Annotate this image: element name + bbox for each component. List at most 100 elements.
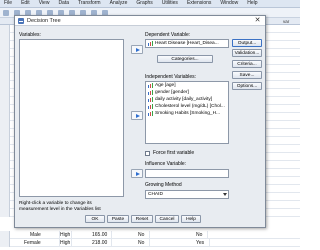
cell-level[interactable]: High	[60, 239, 72, 247]
row-header[interactable]	[0, 169, 10, 177]
row-header[interactable]	[0, 81, 10, 89]
menu-file[interactable]: File	[4, 0, 12, 6]
menu-help[interactable]: Help	[247, 0, 257, 6]
dependent-label: Dependent Variable:	[145, 32, 191, 38]
criteria-button[interactable]: Criteria...	[232, 60, 262, 68]
independent-item-label: Smoking Habits [Smoking_H...	[155, 111, 221, 116]
menu-edit[interactable]: Edit	[21, 0, 30, 6]
row-header[interactable]	[0, 145, 10, 153]
cell-gender[interactable]: Female	[24, 239, 60, 247]
row-header[interactable]	[0, 129, 10, 137]
menu-data[interactable]: Data	[58, 0, 69, 6]
validation-button[interactable]: Validation...	[232, 49, 262, 57]
independent-variables-list[interactable]: Age [age] gender [gender] daily activity…	[145, 81, 229, 144]
move-to-dependent-button[interactable]	[131, 45, 143, 54]
categories-button[interactable]: Categories...	[157, 55, 213, 63]
cell-a[interactable]: No	[138, 231, 150, 239]
scale-variable-icon	[148, 83, 153, 88]
dialog-title: Decision Tree	[27, 18, 61, 24]
cell-value[interactable]: 165.00	[92, 231, 112, 239]
row-header[interactable]	[0, 209, 10, 217]
cancel-button[interactable]: Cancel	[155, 215, 179, 223]
dependent-variable-name: Heart Disease [Heart_Disea...	[155, 41, 219, 46]
row-header[interactable]	[0, 33, 10, 41]
row-header[interactable]	[0, 185, 10, 193]
variables-help-text: Right-click a variable to change its mea…	[19, 201, 101, 212]
nominal-variable-icon	[148, 97, 153, 102]
help-button[interactable]: Help	[181, 215, 201, 223]
table-row: Male High 165.00 No No	[0, 231, 300, 239]
list-item[interactable]: daily activity [daily_activity]	[146, 96, 228, 103]
force-first-checkbox[interactable]	[145, 151, 150, 156]
menu-extensions[interactable]: Extensions	[187, 0, 211, 6]
output-button[interactable]: Output...	[232, 39, 262, 47]
independent-label: Independent Variables:	[145, 74, 197, 80]
paste-button[interactable]: Paste	[107, 215, 129, 223]
growing-method-label: Growing Method	[145, 182, 182, 188]
cell-gender[interactable]: Male	[30, 231, 60, 239]
row-header[interactable]	[0, 57, 10, 65]
list-item[interactable]: Cholesterol level (mg/dL) [Chol...	[146, 103, 228, 110]
cell-b[interactable]: No	[196, 231, 208, 239]
influence-label: Influence Variable:	[145, 161, 187, 167]
move-to-influence-button[interactable]	[131, 169, 143, 178]
open-icon[interactable]	[3, 10, 9, 16]
table-row: Female High 218.00 No Yes	[0, 239, 300, 247]
cell-a[interactable]: No	[138, 239, 150, 247]
cell-value[interactable]: 218.00	[92, 239, 112, 247]
menu-utilities[interactable]: Utilities	[162, 0, 178, 6]
row-header[interactable]	[0, 153, 10, 161]
dependent-variable-item[interactable]: Heart Disease [Heart_Disea...	[146, 40, 228, 47]
row-header[interactable]	[0, 193, 10, 201]
menu-transform[interactable]: Transform	[78, 0, 101, 6]
variables-list[interactable]	[19, 39, 124, 197]
row-header[interactable]	[0, 231, 10, 239]
list-item[interactable]: Age [age]	[146, 82, 228, 89]
row-header[interactable]	[0, 239, 10, 247]
dialog-titlebar[interactable]: Decision Tree ✕	[15, 16, 265, 26]
decision-tree-icon	[18, 18, 24, 24]
dependent-variable-box[interactable]: Heart Disease [Heart_Disea...	[145, 39, 229, 48]
independent-item-label: daily activity [daily_activity]	[155, 97, 213, 102]
growing-method-value: CHAID	[148, 192, 163, 197]
row-header[interactable]	[0, 97, 10, 105]
column-header-var[interactable]: var	[283, 19, 289, 24]
menu-view[interactable]: View	[39, 0, 50, 6]
row-header[interactable]	[0, 89, 10, 97]
row-header[interactable]	[0, 177, 10, 185]
close-icon[interactable]: ✕	[253, 17, 262, 25]
decision-tree-dialog: Decision Tree ✕ Variables: Right-click a…	[14, 15, 266, 228]
menu-graphs[interactable]: Graphs	[136, 0, 152, 6]
nominal-variable-icon	[148, 90, 153, 95]
row-header[interactable]	[0, 201, 10, 209]
row-header[interactable]	[0, 113, 10, 121]
independent-item-label: Cholesterol level (mg/dL) [Chol...	[155, 104, 225, 109]
cell-level[interactable]: High	[60, 231, 72, 239]
list-item[interactable]: gender [gender]	[146, 89, 228, 96]
nominal-variable-icon	[148, 111, 153, 116]
row-header[interactable]	[0, 121, 10, 129]
move-to-independent-button[interactable]	[131, 111, 143, 120]
menu-bar: File Edit View Data Transform Analyze Gr…	[0, 0, 300, 8]
row-header[interactable]	[0, 41, 10, 49]
nominal-variable-icon	[148, 41, 153, 46]
row-header[interactable]	[0, 73, 10, 81]
scale-variable-icon	[148, 104, 153, 109]
growing-method-select[interactable]: CHAID	[145, 190, 229, 199]
menu-analyze[interactable]: Analyze	[110, 0, 128, 6]
row-header[interactable]	[0, 105, 10, 113]
variables-label: Variables:	[19, 32, 41, 38]
save-button[interactable]: Save...	[232, 71, 262, 79]
row-header[interactable]	[0, 137, 10, 145]
reset-button[interactable]: Reset	[131, 215, 153, 223]
row-header[interactable]	[0, 25, 10, 33]
row-header[interactable]	[0, 49, 10, 57]
options-button[interactable]: Options...	[232, 82, 262, 90]
influence-variable-box[interactable]	[145, 169, 229, 178]
cell-b[interactable]: Yes	[196, 239, 210, 247]
menu-window[interactable]: Window	[220, 0, 238, 6]
row-header[interactable]	[0, 65, 10, 73]
list-item[interactable]: Smoking Habits [Smoking_H...	[146, 110, 228, 117]
row-header[interactable]	[0, 161, 10, 169]
ok-button[interactable]: OK	[85, 215, 105, 223]
